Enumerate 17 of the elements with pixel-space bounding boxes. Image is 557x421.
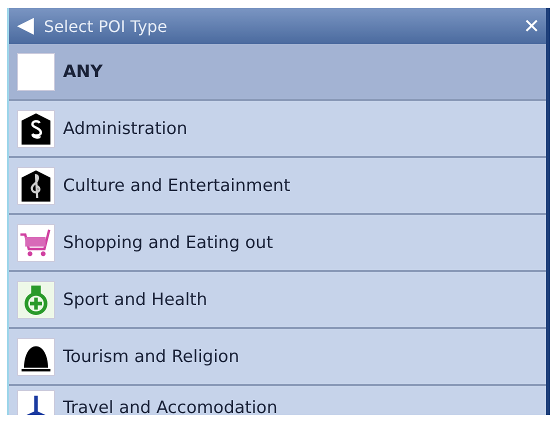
poi-type-item[interactable]: ANY — [9, 44, 546, 101]
treble-clef-icon — [17, 166, 55, 204]
poi-type-label: Shopping and Eating out — [63, 232, 273, 252]
poi-type-label: ANY — [63, 62, 103, 82]
poi-type-label: Travel and Accomodation — [63, 398, 278, 415]
poi-type-label: Sport and Health — [63, 290, 208, 310]
bottle-cross-icon — [17, 280, 55, 318]
window-title: Select POI Type — [44, 16, 168, 36]
section-sign-icon — [17, 110, 55, 148]
poi-type-label: Culture and Entertainment — [63, 176, 290, 196]
bell-icon — [17, 338, 55, 376]
close-button[interactable]: ✕ — [523, 14, 540, 38]
shopping-cart-icon — [17, 224, 55, 262]
blank-icon — [17, 52, 55, 90]
poi-type-label: Administration — [63, 118, 188, 138]
poi-type-label: Tourism and Religion — [63, 346, 240, 366]
back-button[interactable]: ◀ — [17, 15, 34, 37]
